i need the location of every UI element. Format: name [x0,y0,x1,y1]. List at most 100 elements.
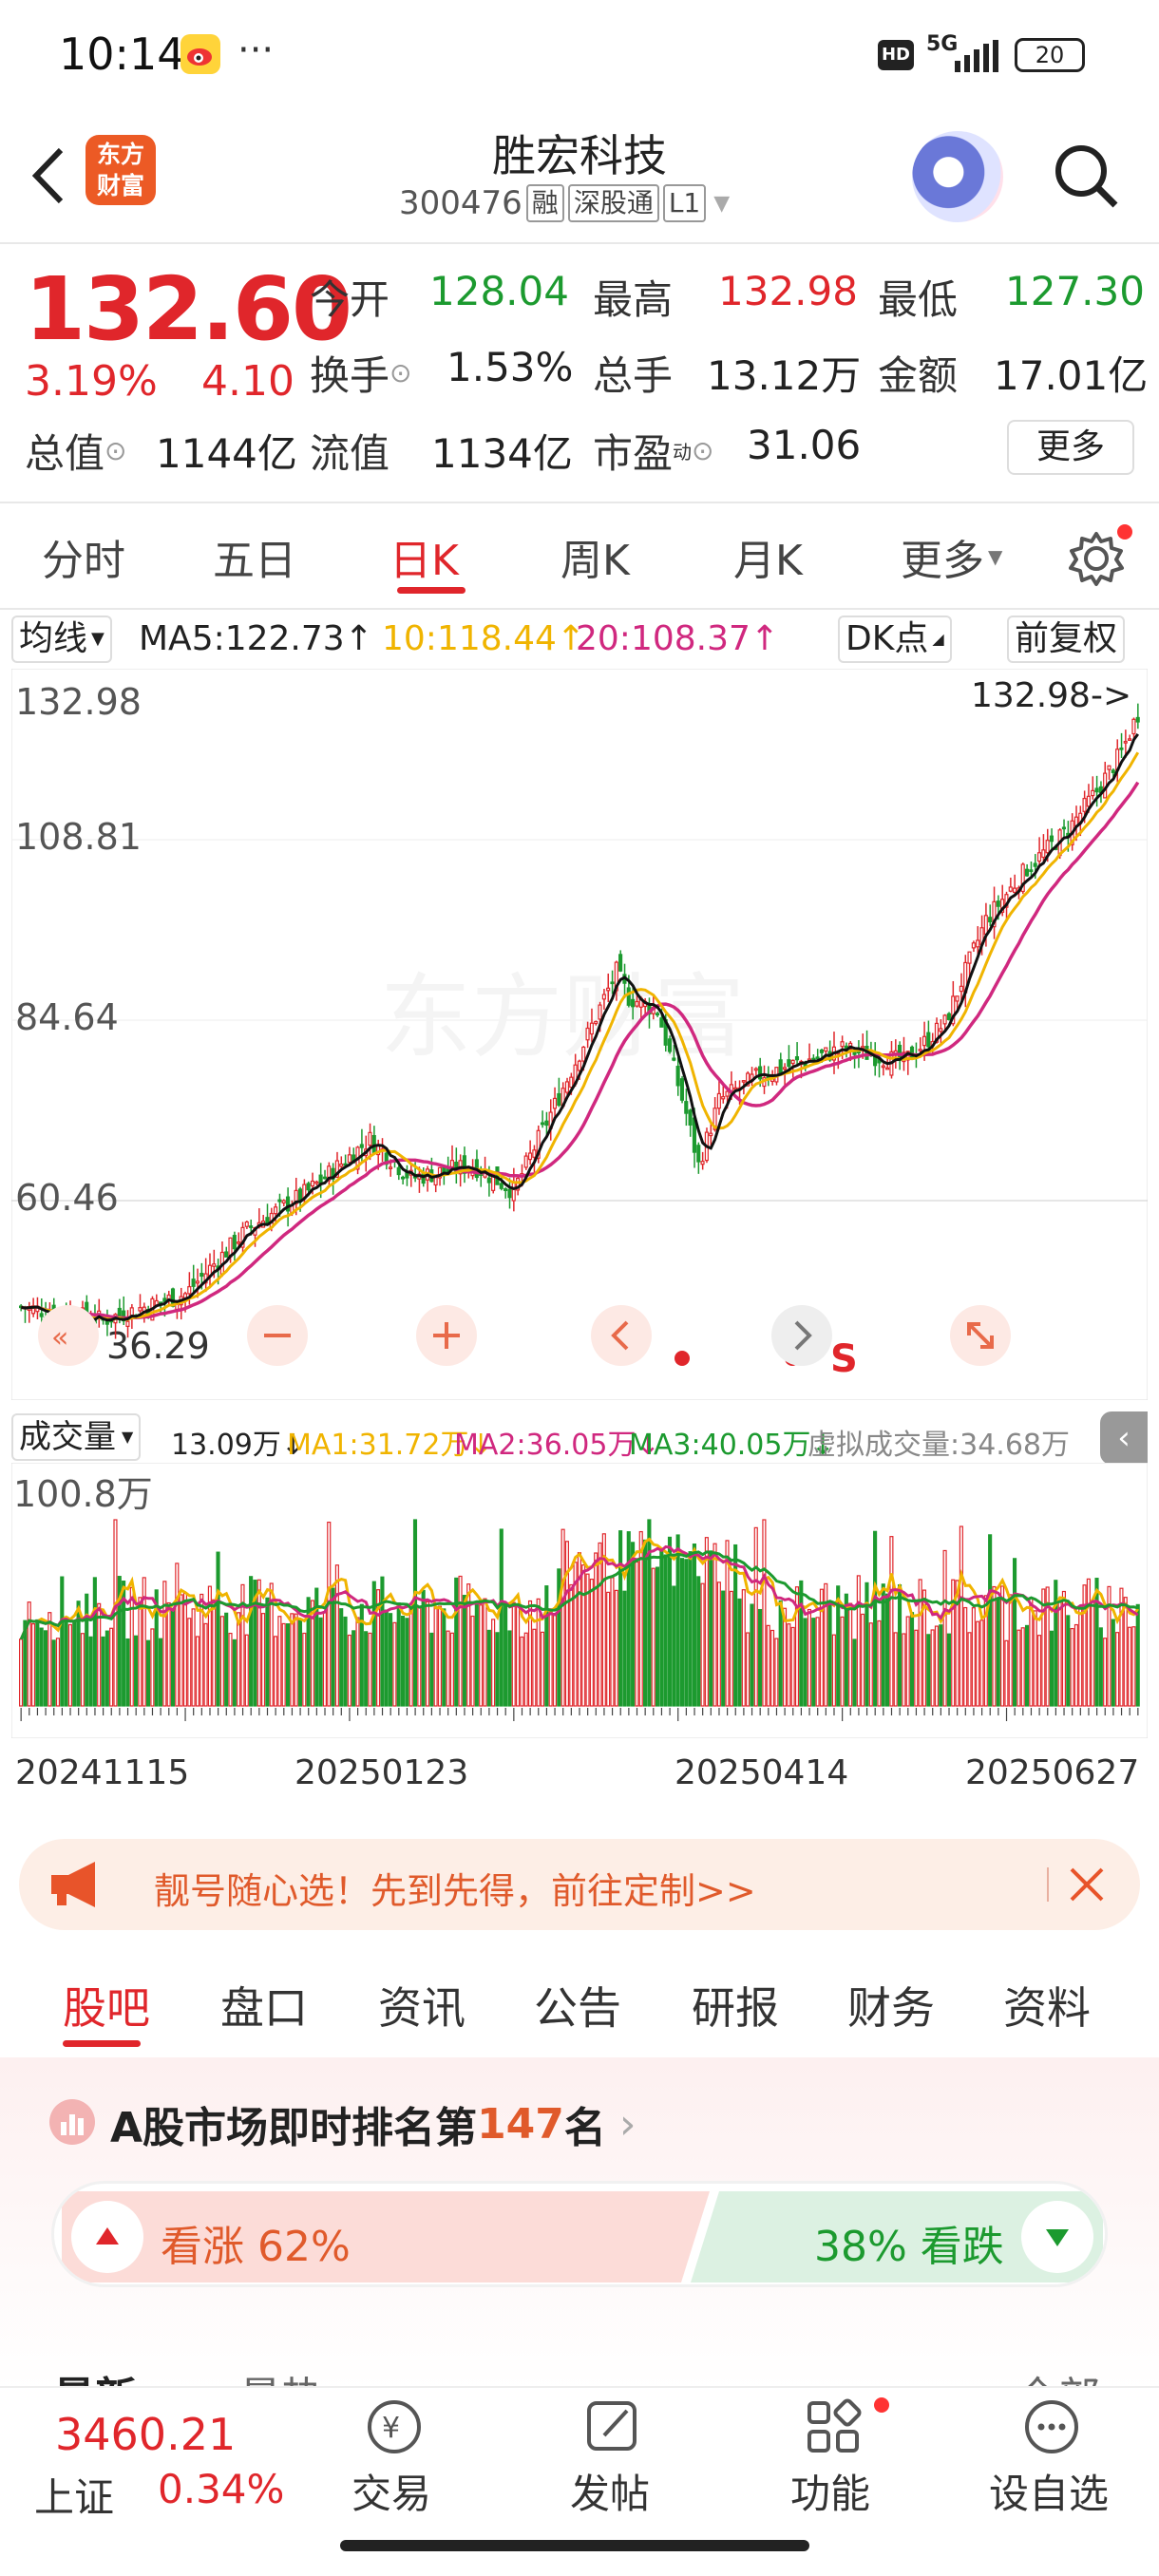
high-value: 132.98 [718,268,858,314]
volume-bar [1013,1558,1017,1707]
fullscreen-button[interactable] [950,1305,1011,1366]
more-notifications-icon: ··· [238,28,275,72]
volume-bar [446,1630,450,1707]
volume-bar [914,1629,919,1707]
volume-bar [762,1519,767,1707]
notification-dot [874,2397,889,2413]
indicator-selector[interactable]: 成交量 ▼ [11,1413,142,1461]
volume-bar [166,1601,171,1707]
rank-title[interactable]: A股市场即时排名第 147 名 › [110,2093,636,2154]
back-button[interactable] [27,142,68,224]
prev-button[interactable] [591,1305,652,1366]
volume-bar [684,1559,689,1707]
candle-body [741,1080,746,1083]
candle-body [1094,787,1099,793]
margin-tag: 融 [525,184,564,222]
tab-monthly-k[interactable]: 月K [733,526,803,587]
volume-bar [72,1620,77,1707]
tab-five-day[interactable]: 五日 [213,526,296,587]
tab-guba[interactable]: 股吧 [63,1974,150,2036]
assistant-avatar[interactable] [912,131,1003,222]
nav-post[interactable]: 发帖 [534,2396,686,2520]
close-icon[interactable] [1066,1864,1108,1909]
volume-bar [60,1576,65,1707]
volume-bar [474,1601,479,1707]
zoom-out-button[interactable] [247,1305,308,1366]
tab-more[interactable]: 更多 ▼ [901,526,1002,587]
candle-body [721,1096,726,1100]
volume-bar [1128,1626,1132,1707]
candle-body [557,1092,561,1107]
tab-announcements[interactable]: 公告 [534,1974,621,2036]
kline-svg: 东方财富 132.98 108.81 84.64 60.46 36.29 132… [10,668,1149,1401]
search-icon[interactable] [1053,142,1119,209]
svg-text:«: « [51,1321,68,1354]
promo-banner[interactable]: 靓号随心选！先到先得，前往定制>> [19,1839,1140,1930]
volume-bar [778,1600,783,1707]
candle-body [347,1154,352,1164]
tab-weekly-k[interactable]: 周K [560,526,630,587]
volume-bar [216,1551,220,1707]
volume-bar [766,1624,770,1707]
tab-news[interactable]: 资讯 [378,1974,466,2036]
volume-chart[interactable]: 100.8万 [10,1462,1149,1739]
volume-value: 13.12万 [707,352,862,399]
nav-trade[interactable]: ¥ 交易 [315,2396,467,2520]
tab-research[interactable]: 研报 [692,1974,779,2036]
volume-bar [696,1576,701,1707]
tab-finance[interactable]: 财务 [847,1974,935,2036]
candle-body [297,1188,303,1202]
volume-bar [589,1578,594,1707]
candle-body [552,1097,558,1109]
volume-bar [1086,1578,1091,1707]
candle-body [939,1028,943,1032]
stock-code-row[interactable]: 300476 融 深股通 L1 ▼ [399,184,730,222]
zoom-in-button[interactable] [416,1305,477,1366]
volume-bar [831,1634,836,1707]
bear-button[interactable] [1012,2191,1103,2282]
next-button[interactable] [771,1305,832,1366]
max-price-marker: 132.98-> [971,676,1131,715]
tab-pankou[interactable]: 盘口 [220,1974,308,2036]
change-percent: 3.19% [25,357,158,406]
volume-bar [88,1636,93,1707]
candle-body [618,954,623,972]
candle-body [1091,789,1095,797]
candle-body [819,1049,824,1053]
volume-bar [138,1597,142,1707]
more-button[interactable]: 更多 [1007,420,1134,475]
side-panel-toggle[interactable]: ‹ [1100,1411,1148,1465]
candle-body [200,1273,204,1278]
tab-profile[interactable]: 资料 [1003,1974,1091,2036]
candle-body [507,1188,512,1199]
candle-body [667,1038,673,1052]
divider [0,242,1159,244]
level-tag: L1 [662,184,707,222]
volume-bar [64,1616,68,1707]
candle-body [511,1182,516,1202]
kline-chart[interactable]: 东方财富 132.98 108.81 84.64 60.46 36.29 132… [10,668,1149,1401]
gear-icon[interactable] [1068,530,1125,587]
first-page-button[interactable]: « [38,1305,99,1366]
index-name: 上证 [34,2474,115,2521]
volume-bar [1061,1590,1066,1707]
volume-bar [1094,1578,1099,1707]
bull-button[interactable] [62,2191,153,2282]
dk-selector[interactable]: DK点 ◢ [838,616,952,663]
volume-label: 总手 [593,352,674,399]
volume-bar [187,1618,192,1707]
adjust-selector[interactable]: 前复权 [1007,616,1126,663]
candle-body [635,1000,639,1007]
nav-add-watchlist[interactable]: 设自选 [973,2396,1125,2520]
volume-bar [741,1589,746,1707]
tab-daily-k[interactable]: 日K [390,526,459,587]
volume-bar [774,1638,779,1707]
volume-bar [606,1591,611,1707]
ma-selector[interactable]: 均线 ▼ [11,616,112,663]
candle-body [672,1057,676,1061]
tab-intraday[interactable]: 分时 [42,526,125,587]
candle-body [1061,826,1066,830]
volume-bar [273,1636,278,1707]
nav-functions[interactable]: 功能 [754,2396,906,2520]
candle-body [523,1155,528,1168]
